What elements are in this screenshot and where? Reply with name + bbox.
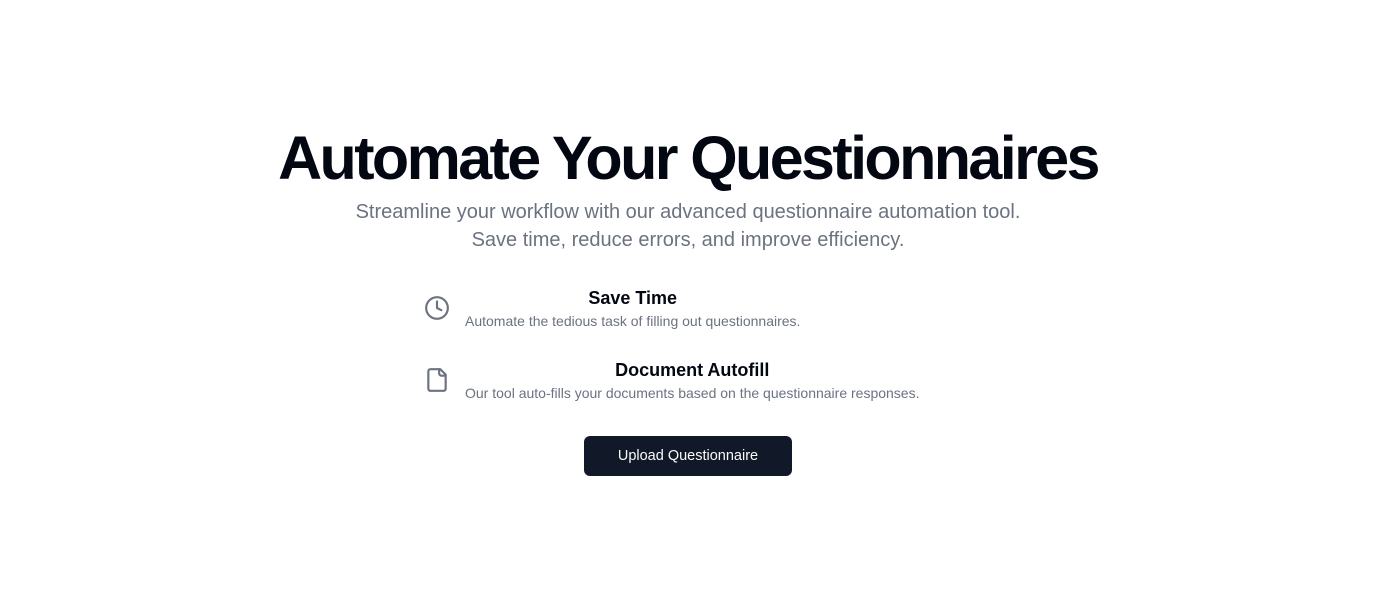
- feature-description: Automate the tedious task of filling out…: [465, 313, 801, 329]
- feature-item-document-autofill: Document Autofill Our tool auto-fills yo…: [424, 358, 964, 430]
- clock-icon: [424, 295, 450, 321]
- feature-title: Save Time: [588, 288, 678, 308]
- hero-section: Automate Your Questionnaires Streamline …: [0, 122, 1376, 254]
- file-icon: [424, 367, 450, 393]
- feature-list: Save Time Automate the tedious task of f…: [424, 286, 964, 430]
- feature-text: Document Autofill Our tool auto-fills yo…: [465, 358, 920, 404]
- feature-description: Our tool auto-fills your documents based…: [465, 385, 920, 401]
- upload-questionnaire-button[interactable]: Upload Questionnaire: [584, 436, 792, 476]
- hero-subtitle: Streamline your workflow with our advanc…: [355, 201, 1021, 251]
- feature-text: Save Time Automate the tedious task of f…: [465, 286, 800, 332]
- page-title: Automate Your Questionnaires: [278, 124, 1100, 192]
- feature-item-save-time: Save Time Automate the tedious task of f…: [424, 286, 964, 358]
- feature-title: Document Autofill: [615, 360, 770, 380]
- landing-page: Automate Your Questionnaires Streamline …: [0, 0, 1376, 604]
